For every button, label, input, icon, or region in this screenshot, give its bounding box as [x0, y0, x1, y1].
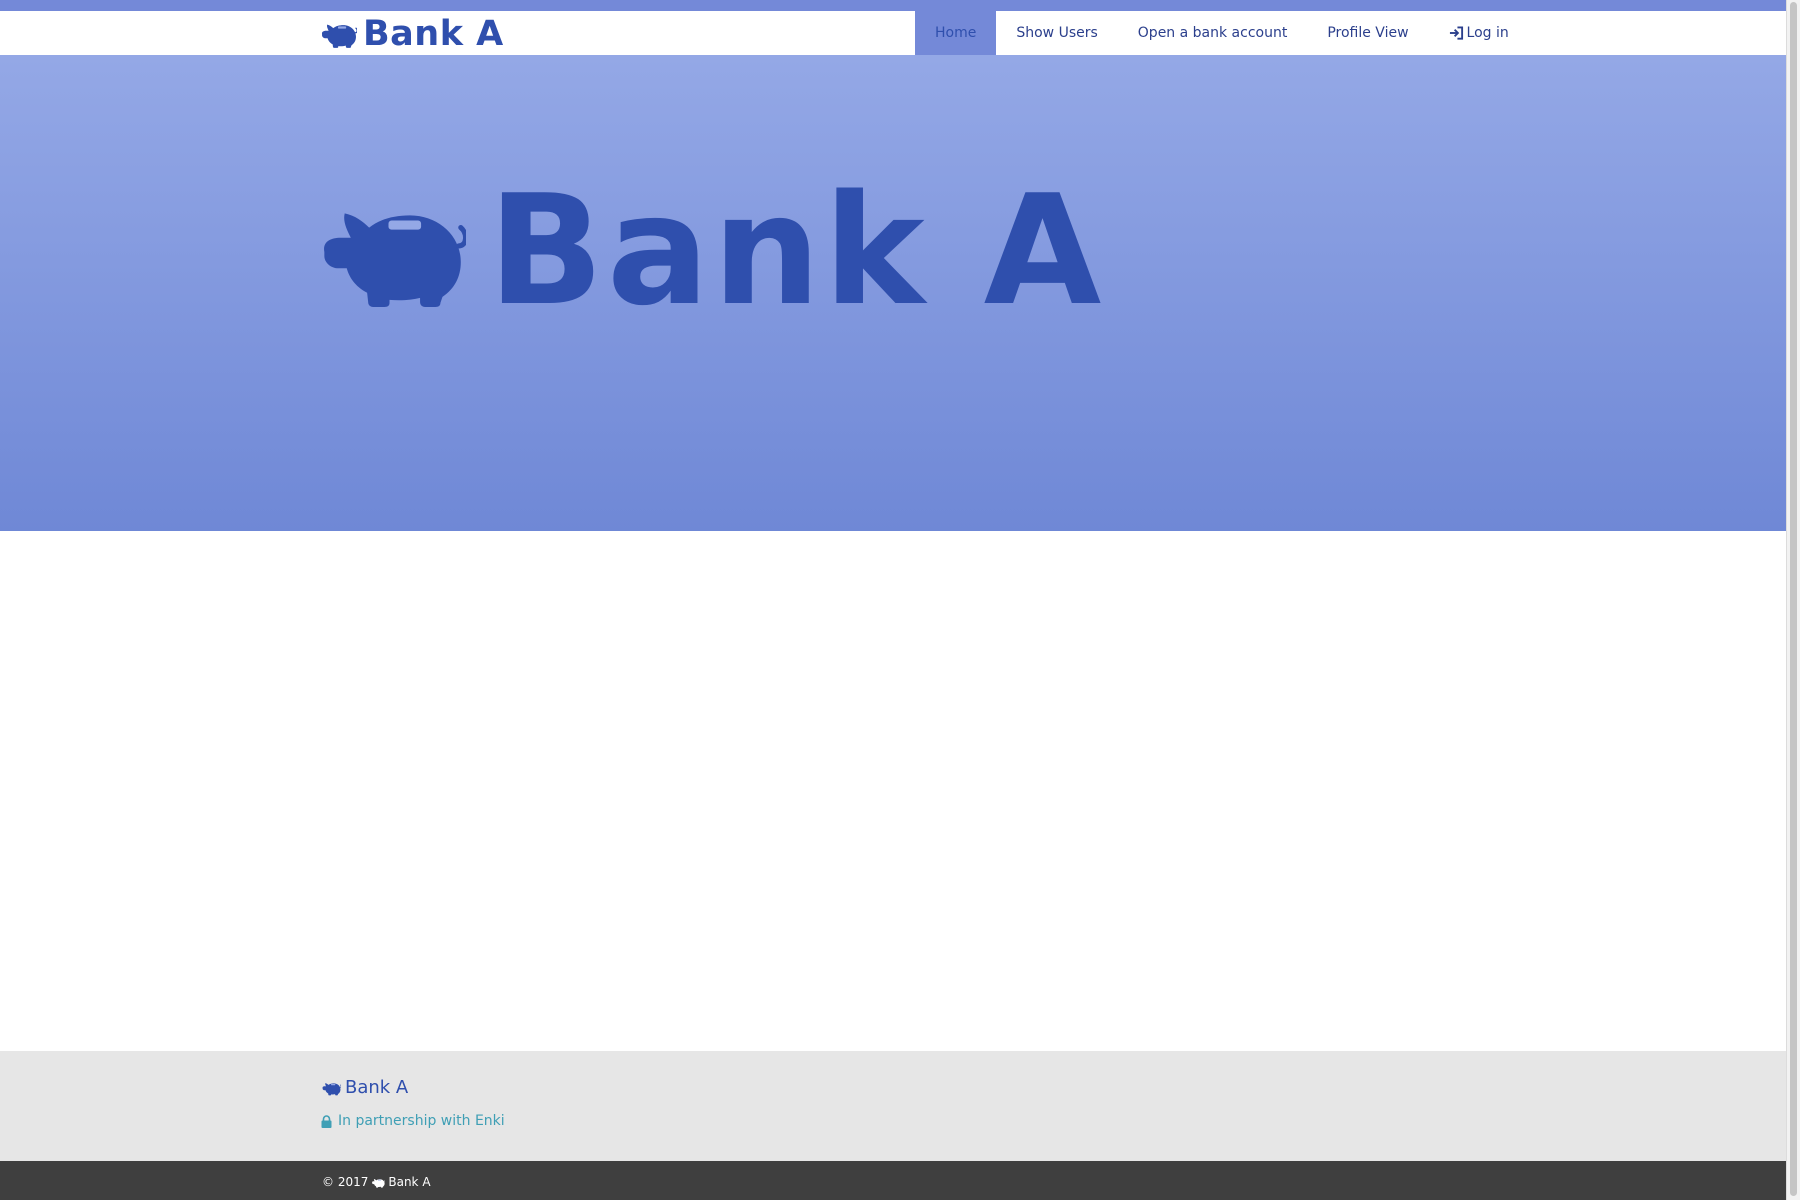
copyright: © 2017 Bank A: [322, 1175, 431, 1189]
page: Bank A Home Show Users Open a bank accou…: [0, 0, 1800, 1200]
nav-log-in[interactable]: Log in: [1429, 11, 1529, 55]
log-in-icon: [1449, 26, 1463, 40]
nav-profile-view-label: Profile View: [1327, 25, 1409, 41]
page-scrollbar[interactable]: [1786, 0, 1800, 1200]
scrollbar-thumb[interactable]: [1790, 2, 1797, 1196]
partnership-link[interactable]: In partnership with Enki: [321, 1113, 505, 1129]
nav-home[interactable]: Home: [915, 11, 997, 55]
nav-open-account[interactable]: Open a bank account: [1118, 11, 1308, 55]
hero-banner: Bank A: [0, 55, 1786, 531]
copyright-brand: Bank A: [388, 1175, 431, 1189]
footer: Bank A In partnership with Enki: [0, 1051, 1786, 1161]
copyright-bar: © 2017 Bank A: [0, 1161, 1786, 1200]
hero-brand: Bank A: [311, 175, 1104, 327]
top-accent-stripe: [0, 0, 1786, 11]
navbar: Bank A Home Show Users Open a bank accou…: [0, 11, 1786, 55]
footer-brand: Bank A: [321, 1077, 408, 1098]
footer-brand-text: Bank A: [345, 1077, 409, 1098]
hero-title: Bank A: [488, 162, 1105, 339]
partnership-text: In partnership with Enki: [338, 1113, 505, 1129]
nav-profile-view[interactable]: Profile View: [1307, 11, 1428, 55]
nav-home-label: Home: [935, 25, 977, 41]
nav-show-users-label: Show Users: [1016, 25, 1098, 41]
brand-text: Bank A: [363, 14, 504, 54]
brand-link[interactable]: Bank A: [319, 13, 504, 55]
piggy-bank-icon: [311, 195, 466, 307]
nav-log-in-label: Log in: [1466, 25, 1509, 41]
piggy-bank-icon: [319, 19, 357, 49]
nav-open-account-label: Open a bank account: [1137, 25, 1288, 41]
nav-show-users[interactable]: Show Users: [996, 11, 1117, 55]
main-nav: Home Show Users Open a bank account Prof…: [915, 11, 1529, 55]
piggy-bank-icon: [321, 1080, 341, 1096]
copyright-text: © 2017: [322, 1175, 369, 1189]
lock-icon: [321, 1114, 332, 1128]
piggy-bank-icon: [371, 1177, 385, 1188]
